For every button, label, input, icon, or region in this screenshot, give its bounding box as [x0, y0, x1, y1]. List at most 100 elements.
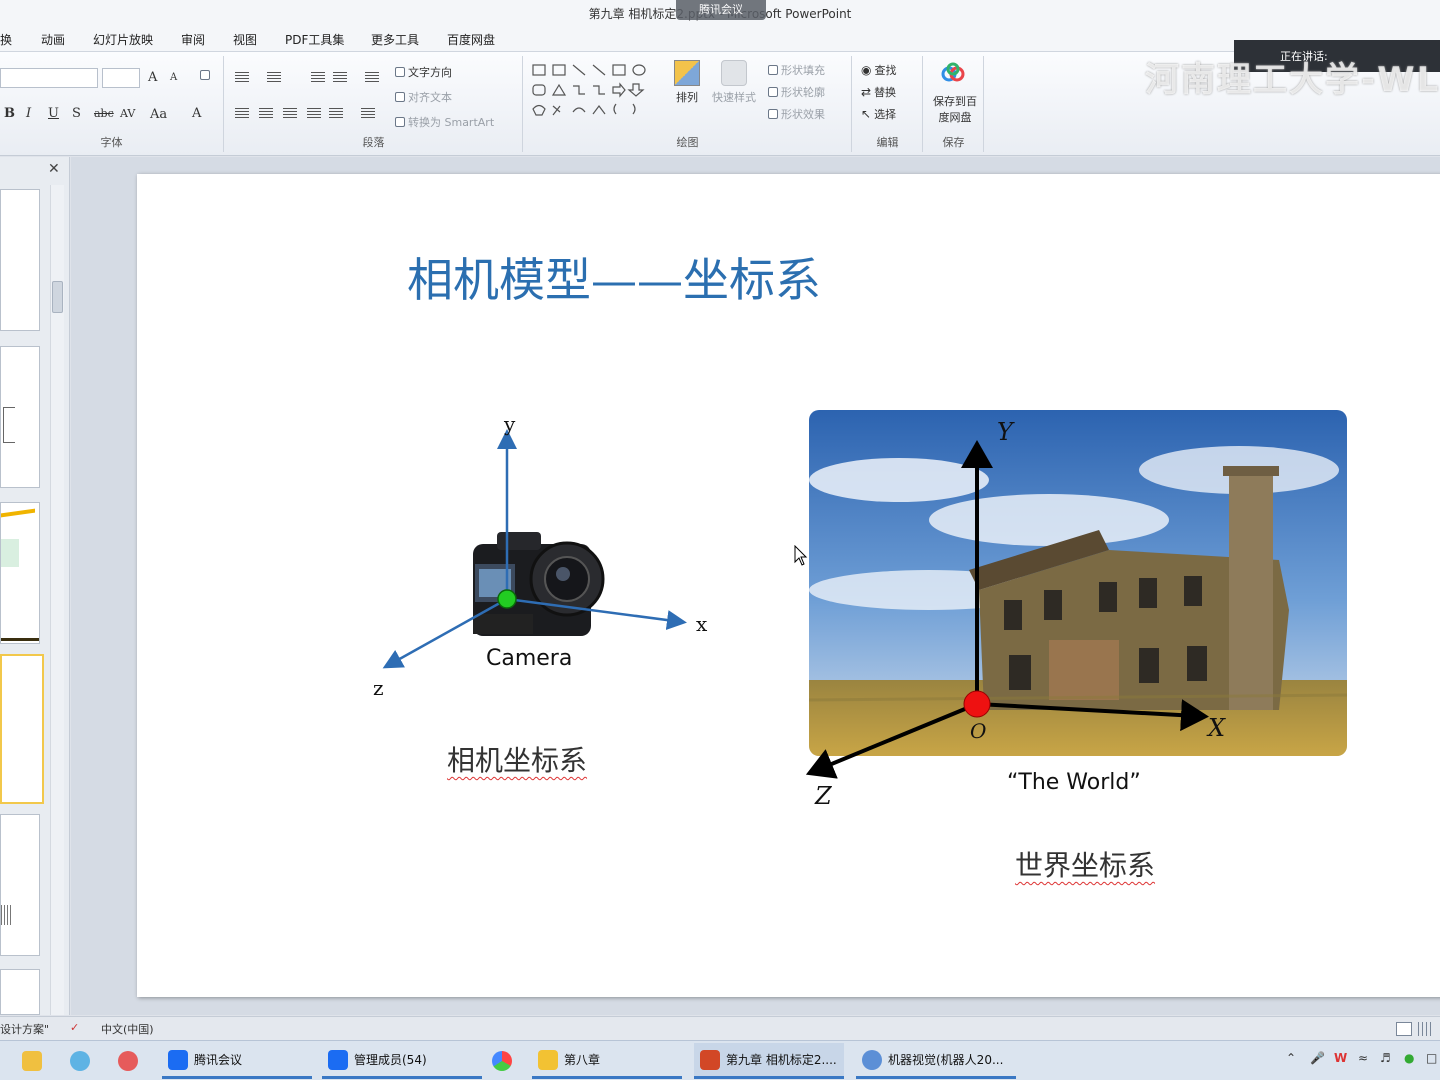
tab-review[interactable]: 审阅 — [181, 31, 205, 48]
find-button[interactable]: ◉ 查找 — [861, 62, 896, 78]
shape-effects-label: 形状效果 — [781, 108, 825, 121]
numbering-icon[interactable] — [267, 72, 281, 84]
thumbnail-scrollbar[interactable] — [50, 185, 64, 1015]
volume-icon[interactable]: ♬ — [1380, 1051, 1391, 1065]
tab-view[interactable]: 视图 — [233, 31, 257, 48]
normal-view-icon[interactable] — [1396, 1022, 1412, 1036]
select-button[interactable]: ↖ 选择 — [861, 106, 896, 122]
slide-title[interactable]: 相机模型——坐标系 — [407, 244, 821, 310]
font-group-label: 字体 — [100, 136, 123, 149]
quick-styles-button[interactable]: 快速样式 — [712, 60, 756, 105]
app-pinned-icon[interactable] — [64, 1043, 90, 1079]
bullets-icon[interactable] — [235, 72, 249, 84]
font-color-button[interactable]: A — [192, 106, 201, 121]
camera-x-label: x — [696, 612, 708, 636]
scrollbar-thumb[interactable] — [52, 281, 63, 313]
quick-styles-icon — [721, 60, 747, 86]
arrange-button[interactable]: 排列 — [674, 60, 700, 105]
slide-sorter-icon[interactable] — [1418, 1022, 1432, 1036]
align-text-button[interactable]: 对齐文本 — [395, 89, 452, 105]
align-center-icon[interactable] — [259, 108, 273, 120]
network-icon[interactable]: ≈ — [1358, 1051, 1368, 1065]
taskbar-item-label: 第八章 — [564, 1053, 601, 1067]
language-status[interactable]: 中文(中国) — [101, 1021, 154, 1037]
taskbar-item-label: 腾讯会议 — [194, 1053, 243, 1067]
shadow-button[interactable]: S — [72, 106, 81, 121]
font-size-dropdown[interactable] — [102, 68, 140, 88]
drawing-group: 排列 快速样式 形状填充 形状轮廓 形状效果 绘图 — [524, 56, 852, 152]
baidu-cloud-icon — [940, 62, 966, 84]
font-group: A A B I U S abc AV Aa A 字体 — [0, 56, 224, 152]
shape-outline-button[interactable]: 形状轮廓 — [768, 84, 825, 100]
tab-more-tools[interactable]: 更多工具 — [371, 31, 419, 48]
bold-button[interactable]: B — [4, 106, 15, 121]
align-right-icon[interactable] — [283, 108, 297, 120]
world-y-label: Y — [997, 418, 1013, 446]
taskbar-item-machine-vision[interactable]: 机器视觉(机器人20... — [856, 1043, 1016, 1079]
effects-icon — [768, 109, 778, 119]
replace-button[interactable]: ⇄ 替换 — [861, 84, 896, 100]
tab-transitions[interactable]: 换 — [0, 31, 12, 48]
shrink-font-button[interactable]: A — [170, 72, 177, 83]
tab-slideshow[interactable]: 幻灯片放映 — [93, 31, 153, 48]
change-case-button[interactable]: Aa — [150, 107, 167, 122]
justify-icon[interactable] — [307, 108, 321, 120]
app-pinned-icon[interactable] — [112, 1043, 138, 1079]
meeting-overlay[interactable]: 腾讯会议 — [676, 0, 766, 20]
shape-effects-button[interactable]: 形状效果 — [768, 106, 825, 122]
security-icon[interactable]: ● — [1404, 1051, 1414, 1065]
camera-icon — [473, 532, 605, 636]
clear-format-icon[interactable] — [200, 70, 210, 80]
text-direction-button[interactable]: 文字方向 — [395, 64, 452, 80]
taskbar-item-chapter8-folder[interactable]: 第八章 — [532, 1043, 682, 1079]
align-left-icon[interactable] — [235, 108, 249, 120]
tab-pdf-tools[interactable]: PDF工具集 — [285, 31, 344, 48]
taskbar-item-manage-members[interactable]: 管理成员(54) — [322, 1043, 482, 1079]
columns-icon[interactable] — [361, 108, 375, 120]
spellcheck-icon[interactable]: ✓ — [70, 1021, 79, 1034]
shape-fill-button[interactable]: 形状填充 — [768, 62, 825, 78]
close-icon[interactable]: ✕ — [48, 161, 60, 177]
taskbar-item-tencent-meeting[interactable]: 腾讯会议 — [162, 1043, 312, 1079]
decrease-indent-icon[interactable] — [311, 72, 325, 84]
slide-thumbnail[interactable] — [0, 969, 40, 1015]
distributed-icon[interactable] — [329, 108, 343, 120]
line-spacing-icon[interactable] — [365, 72, 379, 84]
tab-animations[interactable]: 动画 — [41, 31, 65, 48]
tab-baidu-netdisk[interactable]: 百度网盘 — [447, 31, 495, 48]
world-origin-label: O — [970, 719, 987, 743]
folder-icon — [538, 1049, 558, 1070]
world-coordinate-axes — [805, 440, 1209, 779]
tray-expand-icon[interactable]: ⌃ — [1286, 1051, 1296, 1065]
slide-thumbnail[interactable] — [0, 189, 40, 331]
mouse-cursor-icon — [794, 544, 808, 570]
align-text-label: 对齐文本 — [408, 91, 452, 104]
italic-button[interactable]: I — [26, 106, 31, 121]
slide-canvas[interactable]: 相机模型——坐标系 y x z Camera 相机坐标系 Y X Z O “Th… — [137, 174, 1440, 997]
increase-indent-icon[interactable] — [333, 72, 347, 84]
world-caption: “The World” — [1007, 770, 1141, 795]
app-pinned-icon[interactable] — [486, 1043, 512, 1079]
grow-font-button[interactable]: A — [148, 70, 157, 85]
show-desktop-icon[interactable] — [16, 1043, 42, 1079]
convert-smartart-button[interactable]: 转换为 SmartArt — [395, 114, 494, 130]
char-spacing-button[interactable]: AV — [120, 107, 135, 120]
underline-button[interactable]: U — [48, 106, 59, 121]
find-label: 查找 — [874, 64, 897, 77]
microphone-icon[interactable]: 🎤 — [1310, 1051, 1325, 1065]
shapes-gallery-icons — [532, 64, 646, 116]
world-x-axis — [976, 699, 1209, 732]
taskbar-item-powerpoint[interactable]: 第九章 相机标定2.... — [694, 1043, 844, 1079]
font-name-dropdown[interactable] — [0, 68, 98, 88]
slide-thumbnail[interactable] — [0, 814, 40, 956]
slide-thumbnail[interactable] — [0, 346, 40, 488]
replace-icon: ⇄ — [861, 85, 872, 99]
theme-name: 设计方案" — [0, 1023, 50, 1036]
slide-thumbnail[interactable] — [0, 502, 40, 644]
strikethrough-button[interactable]: abc — [94, 107, 114, 120]
save-to-baidu-button[interactable]: 保存到百度网盘 — [928, 94, 982, 126]
slide-thumbnail-selected[interactable] — [0, 654, 44, 804]
shapes-gallery[interactable] — [530, 62, 660, 122]
input-method-icon[interactable]: □ — [1426, 1051, 1437, 1065]
wps-icon[interactable]: W — [1334, 1051, 1347, 1065]
